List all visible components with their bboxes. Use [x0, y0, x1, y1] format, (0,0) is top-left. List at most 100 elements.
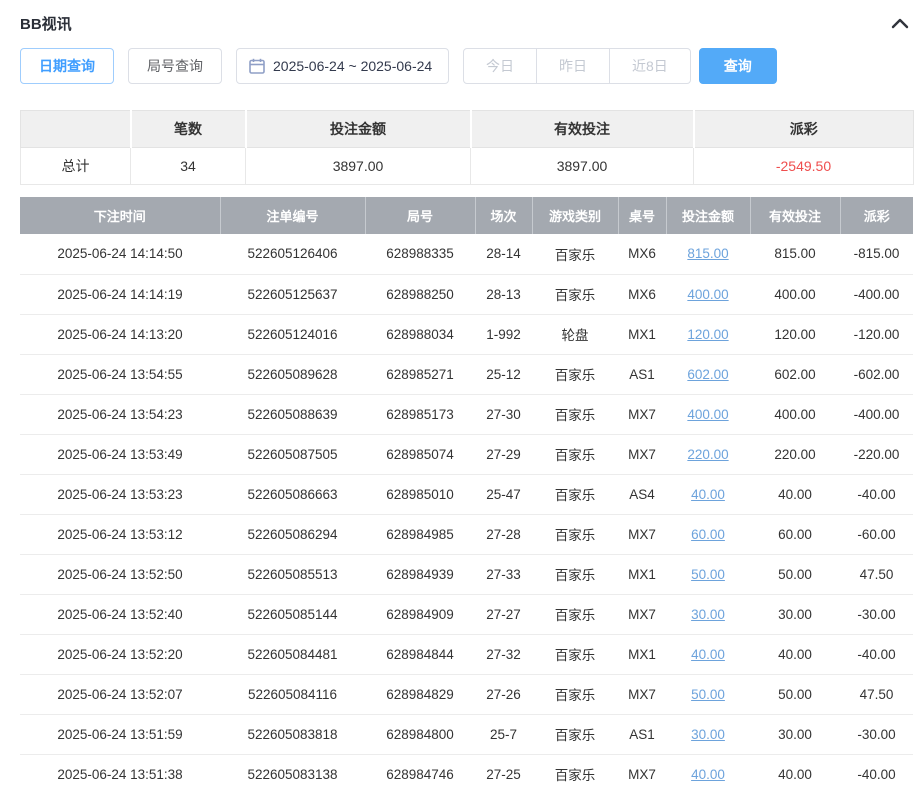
table-row: 2025-06-24 13:52:07522605084116628984829…	[20, 674, 913, 714]
col-header-table-number: 桌号	[618, 197, 666, 234]
bet-amount-link[interactable]: 40.00	[691, 487, 725, 502]
round-number-cell: 628984800	[365, 714, 475, 754]
round-number-cell: 628984844	[365, 634, 475, 674]
table-row: 2025-06-24 13:51:38522605083138628984746…	[20, 754, 913, 793]
order-number-cell: 522605084116	[220, 674, 365, 714]
table-row: 2025-06-24 13:54:55522605089628628985271…	[20, 354, 913, 394]
today-button[interactable]: 今日	[463, 48, 537, 84]
round-number-cell: 628984939	[365, 554, 475, 594]
valid-bet-cell: 815.00	[750, 234, 840, 274]
session-cell: 25-7	[475, 714, 532, 754]
session-cell: 28-14	[475, 234, 532, 274]
table-row: 2025-06-24 13:53:12522605086294628984985…	[20, 514, 913, 554]
payout-cell: -40.00	[840, 634, 913, 674]
bet-amount-cell: 50.00	[666, 674, 750, 714]
bet-amount-link[interactable]: 30.00	[691, 727, 725, 742]
round-number-cell: 628984909	[365, 594, 475, 634]
bet-amount-link[interactable]: 120.00	[687, 327, 728, 342]
game-type-cell: 百家乐	[532, 274, 618, 314]
table-number-cell: MX6	[618, 274, 666, 314]
game-type-cell: 百家乐	[532, 394, 618, 434]
round-number-cell: 628985271	[365, 354, 475, 394]
bet-amount-link[interactable]: 40.00	[691, 647, 725, 662]
session-cell: 27-32	[475, 634, 532, 674]
round-query-tab[interactable]: 局号查询	[128, 48, 222, 84]
game-type-cell: 百家乐	[532, 234, 618, 274]
table-number-cell: AS4	[618, 474, 666, 514]
bet-time-cell: 2025-06-24 13:51:38	[20, 754, 220, 793]
table-number-cell: MX7	[618, 674, 666, 714]
summary-header-bet-amount: 投注金额	[246, 111, 471, 148]
bet-amount-link[interactable]: 40.00	[691, 767, 725, 782]
bet-amount-link[interactable]: 602.00	[687, 367, 728, 382]
summary-total-count: 34	[131, 148, 246, 185]
date-range-value: 2025-06-24 ~ 2025-06-24	[273, 58, 432, 74]
date-query-tab[interactable]: 日期查询	[20, 48, 114, 84]
bet-amount-cell: 815.00	[666, 234, 750, 274]
payout-cell: -40.00	[840, 474, 913, 514]
table-number-cell: AS1	[618, 354, 666, 394]
bet-amount-link[interactable]: 30.00	[691, 607, 725, 622]
bet-amount-cell: 40.00	[666, 474, 750, 514]
calendar-icon	[249, 58, 265, 74]
yesterday-button[interactable]: 昨日	[536, 48, 610, 84]
date-range-input[interactable]: 2025-06-24 ~ 2025-06-24	[236, 48, 449, 84]
bet-amount-link[interactable]: 50.00	[691, 567, 725, 582]
bet-table-body: 2025-06-24 14:14:50522605126406628988335…	[20, 234, 913, 793]
bet-records-table: 下注时间 注单编号 局号 场次 游戏类别 桌号 投注金额 有效投注 派彩 202…	[20, 197, 913, 793]
payout-cell: -815.00	[840, 234, 913, 274]
table-row: 2025-06-24 13:52:50522605085513628984939…	[20, 554, 913, 594]
valid-bet-cell: 50.00	[750, 674, 840, 714]
col-header-order-number: 注单编号	[220, 197, 365, 234]
table-number-cell: MX1	[618, 314, 666, 354]
summary-total-row: 总计 34 3897.00 3897.00 -2549.50	[21, 148, 914, 185]
game-type-cell: 轮盘	[532, 314, 618, 354]
session-cell: 27-30	[475, 394, 532, 434]
table-number-cell: MX7	[618, 754, 666, 793]
summary-total-label: 总计	[21, 148, 131, 185]
summary-header-payout: 派彩	[694, 111, 914, 148]
session-cell: 27-25	[475, 754, 532, 793]
table-number-cell: MX7	[618, 394, 666, 434]
summary-header-valid-bet: 有效投注	[471, 111, 694, 148]
bet-amount-link[interactable]: 400.00	[687, 407, 728, 422]
query-button[interactable]: 查询	[699, 48, 777, 84]
game-type-cell: 百家乐	[532, 594, 618, 634]
game-type-cell: 百家乐	[532, 714, 618, 754]
valid-bet-cell: 30.00	[750, 714, 840, 754]
table-row: 2025-06-24 13:53:49522605087505628985074…	[20, 434, 913, 474]
summary-header-row: 笔数 投注金额 有效投注 派彩	[21, 111, 914, 148]
col-header-bet-time: 下注时间	[20, 197, 220, 234]
table-row: 2025-06-24 14:14:50522605126406628988335…	[20, 234, 913, 274]
bet-time-cell: 2025-06-24 13:54:55	[20, 354, 220, 394]
round-number-cell: 628984829	[365, 674, 475, 714]
order-number-cell: 522605088639	[220, 394, 365, 434]
order-number-cell: 522605084481	[220, 634, 365, 674]
session-cell: 27-26	[475, 674, 532, 714]
valid-bet-cell: 40.00	[750, 634, 840, 674]
bet-amount-cell: 40.00	[666, 634, 750, 674]
summary-total-valid-bet: 3897.00	[471, 148, 694, 185]
payout-cell: -40.00	[840, 754, 913, 793]
game-type-cell: 百家乐	[532, 674, 618, 714]
bet-amount-link[interactable]: 400.00	[687, 287, 728, 302]
summary-header-count: 笔数	[131, 111, 246, 148]
col-header-session: 场次	[475, 197, 532, 234]
collapse-panel-button[interactable]	[887, 13, 913, 33]
table-header-row: 下注时间 注单编号 局号 场次 游戏类别 桌号 投注金额 有效投注 派彩	[20, 197, 913, 234]
last-8-days-button[interactable]: 近8日	[609, 48, 691, 84]
order-number-cell: 522605089628	[220, 354, 365, 394]
filter-bar: 日期查询 局号查询 2025-06-24 ~ 2025-06-24 今日 昨日 …	[20, 48, 913, 84]
bet-amount-link[interactable]: 60.00	[691, 527, 725, 542]
bet-amount-link[interactable]: 50.00	[691, 687, 725, 702]
col-header-game-type: 游戏类别	[532, 197, 618, 234]
order-number-cell: 522605125637	[220, 274, 365, 314]
summary-total-payout: -2549.50	[694, 148, 914, 185]
bet-amount-link[interactable]: 220.00	[687, 447, 728, 462]
session-cell: 25-47	[475, 474, 532, 514]
round-number-cell: 628984985	[365, 514, 475, 554]
payout-cell: -120.00	[840, 314, 913, 354]
order-number-cell: 522605085513	[220, 554, 365, 594]
bet-amount-link[interactable]: 815.00	[687, 246, 728, 261]
payout-cell: -220.00	[840, 434, 913, 474]
